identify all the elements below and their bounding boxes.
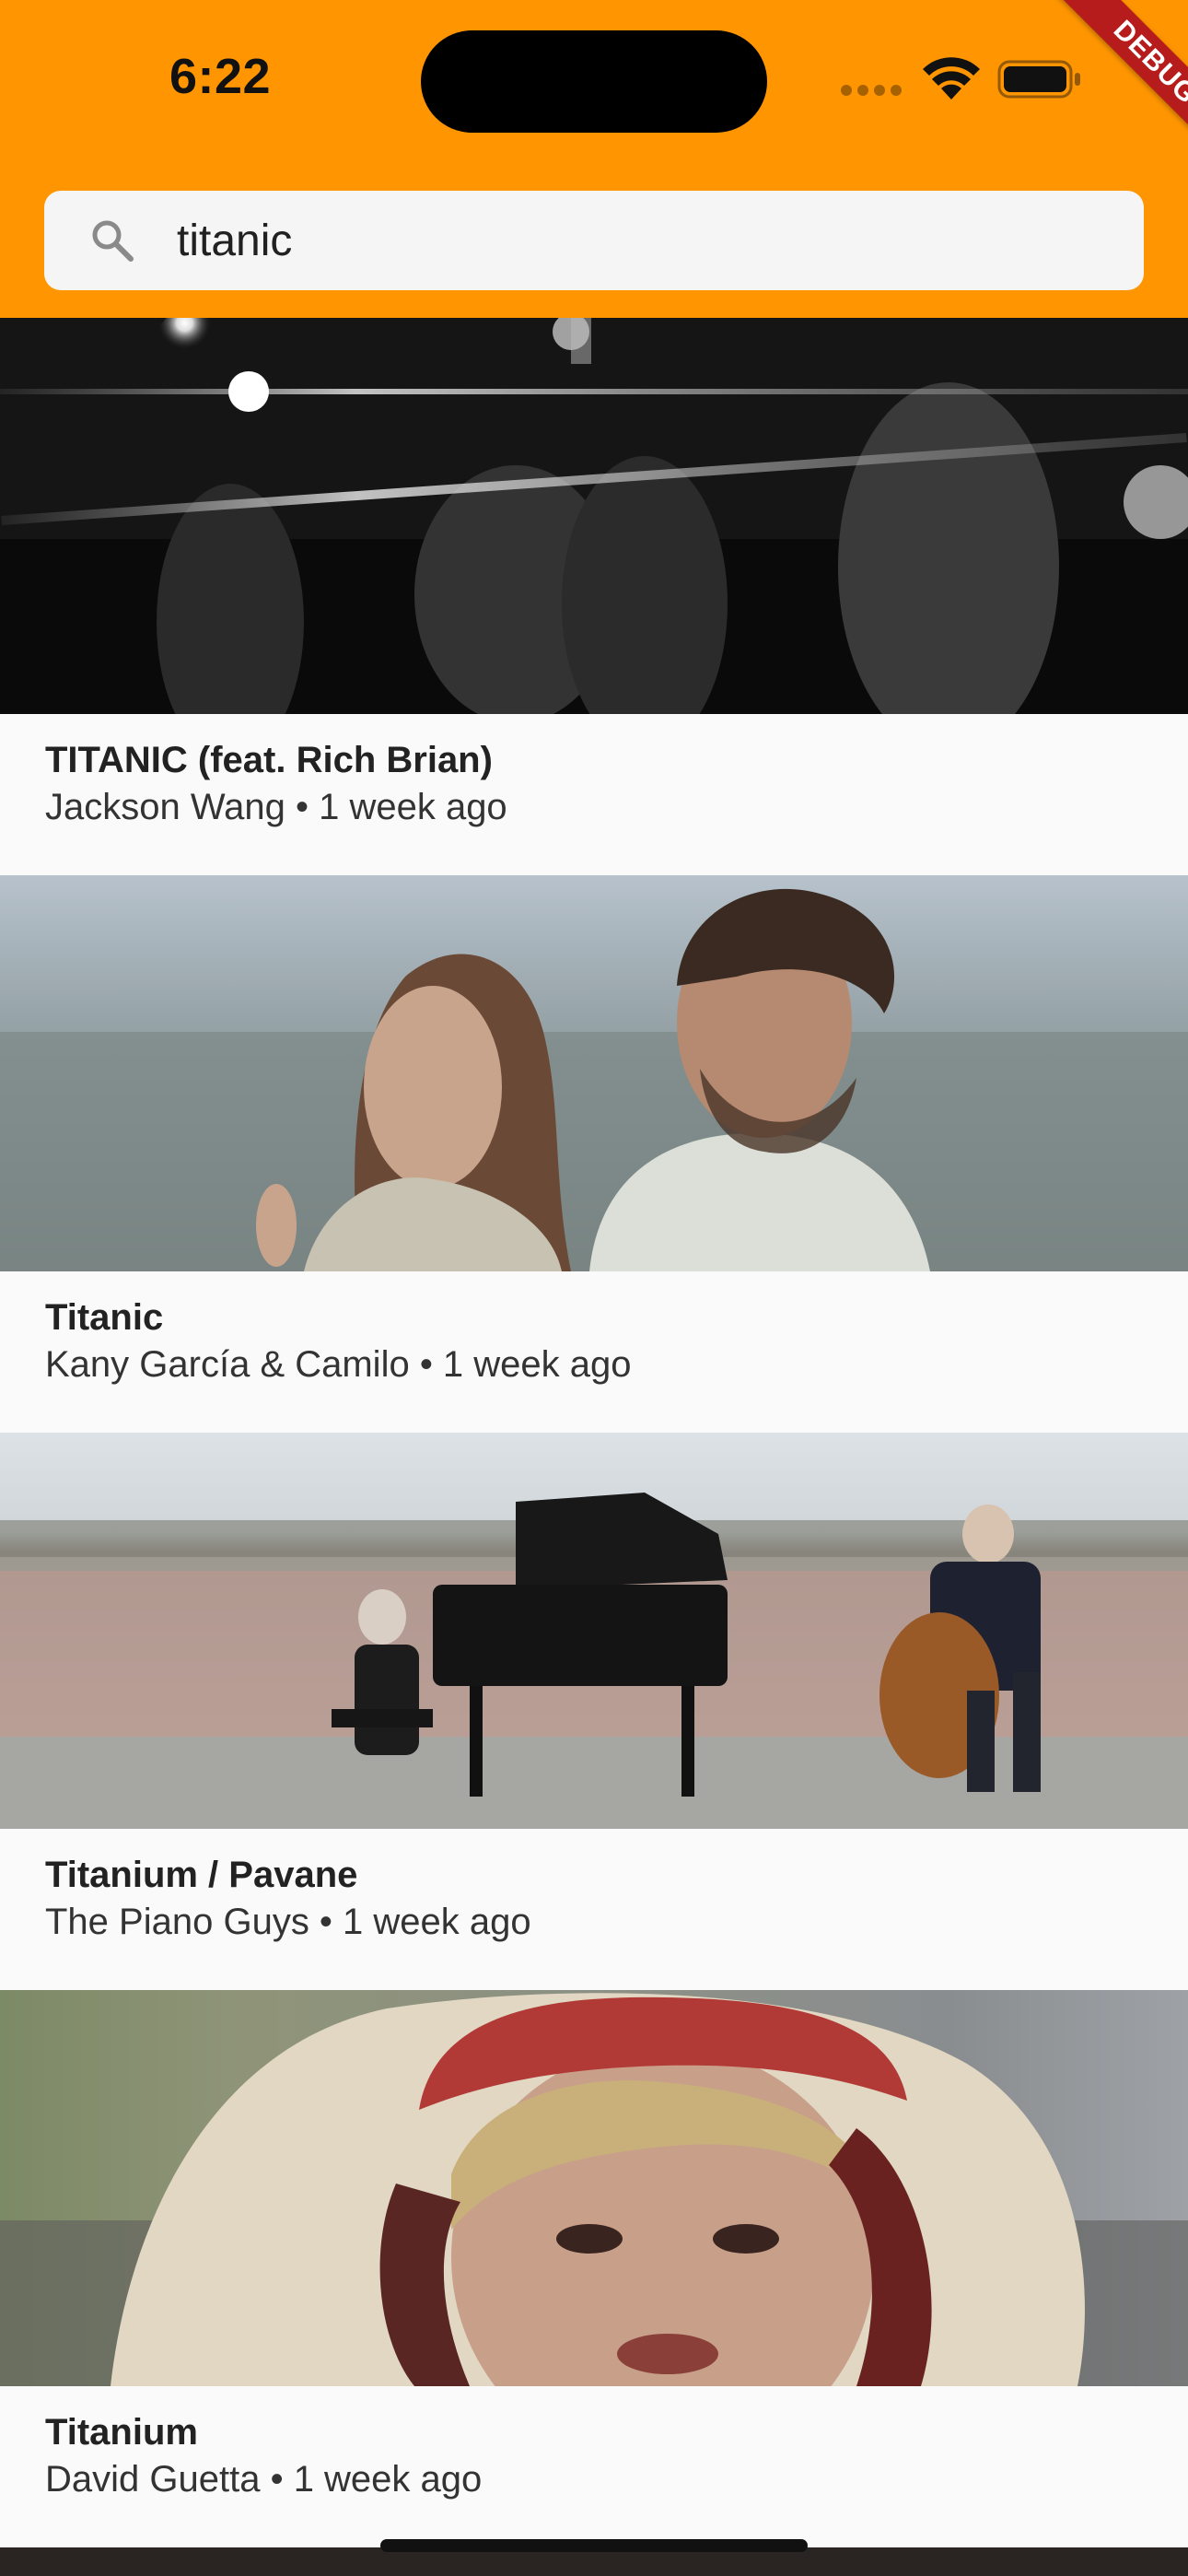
wifi-icon (923, 57, 980, 100)
home-indicator[interactable] (380, 2539, 808, 2552)
dynamic-island (421, 30, 767, 133)
video-title: TITANIC (feat. Rich Brian) (45, 740, 493, 780)
app-bar: 6:22 (0, 0, 1188, 318)
video-thumbnail[interactable] (0, 1433, 1188, 1829)
video-thumbnail[interactable] (0, 875, 1188, 1271)
search-bar[interactable] (44, 191, 1144, 290)
video-thumbnail[interactable] (0, 1990, 1188, 2386)
video-title: Titanic (45, 1297, 164, 1338)
video-meta: Kany García & Camilo • 1 week ago (45, 1344, 632, 1385)
video-meta: The Piano Guys • 1 week ago (45, 1902, 531, 1942)
video-meta: Jackson Wang • 1 week ago (45, 787, 507, 827)
video-list-item[interactable]: Titanium David Guetta • 1 week ago (0, 1990, 1188, 2547)
video-title: Titanium (45, 2412, 198, 2453)
cellular-signal-icon (841, 85, 905, 98)
status-time: 6:22 (169, 49, 272, 104)
battery-icon (997, 60, 1080, 99)
video-list-item[interactable]: TITANIC (feat. Rich Brian) Jackson Wang … (0, 318, 1188, 875)
search-icon[interactable] (88, 217, 136, 264)
video-thumbnail[interactable] (0, 318, 1188, 714)
video-list: TITANIC (feat. Rich Brian) Jackson Wang … (0, 318, 1188, 2547)
video-list-item[interactable]: Titanium / Pavane The Piano Guys • 1 wee… (0, 1433, 1188, 1990)
search-input[interactable] (177, 191, 1116, 290)
video-meta: David Guetta • 1 week ago (45, 2459, 483, 2500)
video-list-item[interactable]: Titanic Kany García & Camilo • 1 week ag… (0, 875, 1188, 1433)
video-title: Titanium / Pavane (45, 1855, 358, 1895)
